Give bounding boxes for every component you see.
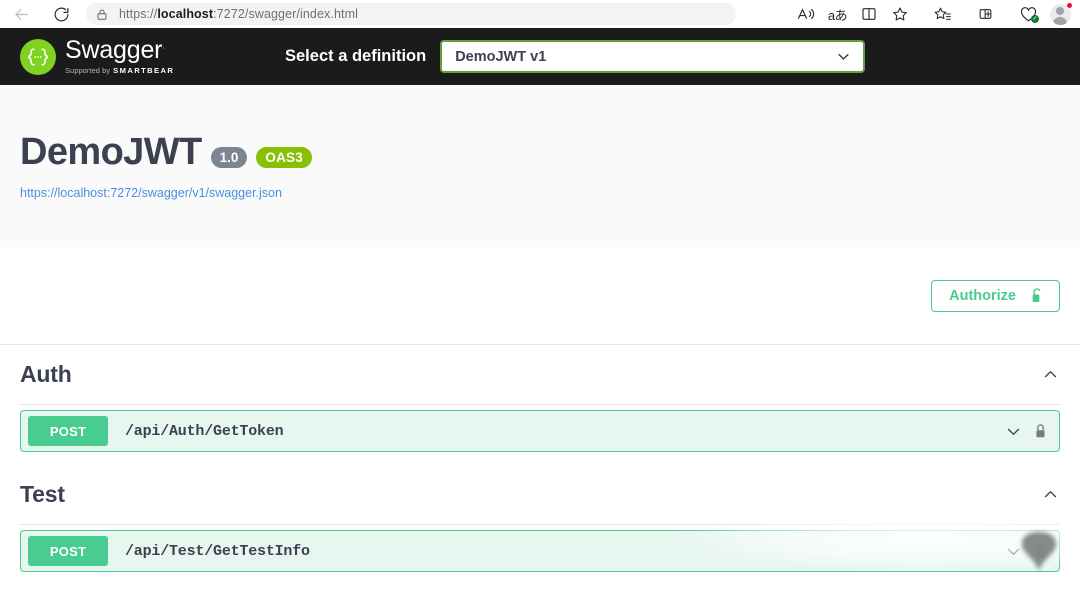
chevron-down-icon[interactable] xyxy=(1005,543,1022,560)
swagger-logo[interactable]: Swagger. Supported by SMARTBEAR xyxy=(20,38,174,75)
definition-selector-label: Select a definition xyxy=(285,47,427,65)
definition-select-value: DemoJWT v1 xyxy=(455,48,547,65)
chevron-up-icon[interactable] xyxy=(1040,365,1060,385)
reload-icon[interactable] xyxy=(46,1,76,27)
operations-test: POST /api/Test/GetTestInfo xyxy=(20,525,1060,572)
operations-auth: POST /api/Auth/GetToken xyxy=(20,405,1060,452)
tag-header-test[interactable]: Test xyxy=(20,465,1060,525)
api-version-badge: 1.0 xyxy=(210,147,248,168)
smartbear-brand: SMARTBEAR xyxy=(113,66,175,75)
browser-toolbar-actions: aあ ✓ xyxy=(791,0,1076,28)
tag-name-test: Test xyxy=(20,481,65,507)
swagger-trademark: . xyxy=(162,40,165,51)
swagger-topbar: Swagger. Supported by SMARTBEAR Select a… xyxy=(0,28,1080,85)
add-to-tabs-icon[interactable] xyxy=(970,1,1001,27)
essentials-status-check: ✓ xyxy=(1031,15,1039,23)
collections-icon[interactable] xyxy=(927,1,958,27)
api-info-block: DemoJWT 1.0 OAS3 https://localhost:7272/… xyxy=(0,85,1080,247)
back-arrow-icon[interactable] xyxy=(6,1,36,27)
read-aloud-icon[interactable] xyxy=(791,1,822,27)
avatar-notification-badge xyxy=(1066,2,1073,9)
operation-method-badge: POST xyxy=(28,536,108,566)
swagger-wordmark: Swagger. xyxy=(65,36,165,64)
definition-selector-group: Select a definition DemoJWT v1 xyxy=(285,28,865,85)
definition-select[interactable]: DemoJWT v1 xyxy=(440,40,865,73)
supported-by-text: Supported by xyxy=(65,66,111,75)
authorize-button[interactable]: Authorize xyxy=(931,279,1060,312)
browser-toolbar: https://localhost:7272/swagger/index.htm… xyxy=(0,0,1080,28)
operation-row-actions xyxy=(1005,543,1059,560)
swagger-supported-by: Supported by SMARTBEAR xyxy=(65,66,174,75)
operation-method-badge: POST xyxy=(28,416,108,446)
tag-header-auth[interactable]: Auth xyxy=(20,345,1060,405)
avatar-head xyxy=(1056,7,1064,15)
authorize-button-label: Authorize xyxy=(949,287,1016,304)
operation-path: /api/Auth/GetToken xyxy=(125,422,284,440)
page-title: DemoJWT xyxy=(20,131,202,173)
lock-icon[interactable] xyxy=(1033,543,1048,560)
chevron-down-icon[interactable] xyxy=(1005,423,1022,440)
oas-version-badge: OAS3 xyxy=(256,147,312,168)
chevron-up-icon[interactable] xyxy=(1040,485,1060,505)
scheme-container: Authorize xyxy=(0,247,1080,345)
tag-name-auth: Auth xyxy=(20,361,72,387)
address-bar[interactable]: https://localhost:7272/swagger/index.htm… xyxy=(86,3,736,25)
chevron-down-icon xyxy=(836,49,851,64)
operation-path: /api/Test/GetTestInfo xyxy=(125,542,310,560)
translate-icon[interactable]: aあ xyxy=(822,1,853,27)
operation-row[interactable]: POST /api/Auth/GetToken xyxy=(20,410,1060,452)
tag-section-test: Test POST /api/Test/GetTestInfo xyxy=(0,465,1080,572)
address-bar-url: https://localhost:7272/swagger/index.htm… xyxy=(119,7,358,21)
avatar-body xyxy=(1052,16,1068,25)
lock-icon[interactable] xyxy=(1033,423,1048,440)
swagger-logo-icon xyxy=(20,38,56,75)
operation-row-actions xyxy=(1005,423,1059,440)
site-info-lock-icon[interactable] xyxy=(96,8,108,21)
browser-essentials-icon[interactable]: ✓ xyxy=(1013,1,1044,27)
split-screen-icon[interactable] xyxy=(853,1,884,27)
api-title-row: DemoJWT 1.0 OAS3 xyxy=(20,131,1060,174)
swagger-json-link[interactable]: https://localhost:7272/swagger/v1/swagge… xyxy=(20,186,282,200)
tag-section-auth: Auth POST /api/Auth/GetToken xyxy=(0,345,1080,452)
favorite-star-icon[interactable] xyxy=(884,1,915,27)
swagger-ui-body: DemoJWT 1.0 OAS3 https://localhost:7272/… xyxy=(0,85,1080,572)
unlock-icon xyxy=(1029,287,1045,305)
profile-avatar[interactable] xyxy=(1044,1,1076,27)
operation-row[interactable]: POST /api/Test/GetTestInfo xyxy=(20,530,1060,572)
